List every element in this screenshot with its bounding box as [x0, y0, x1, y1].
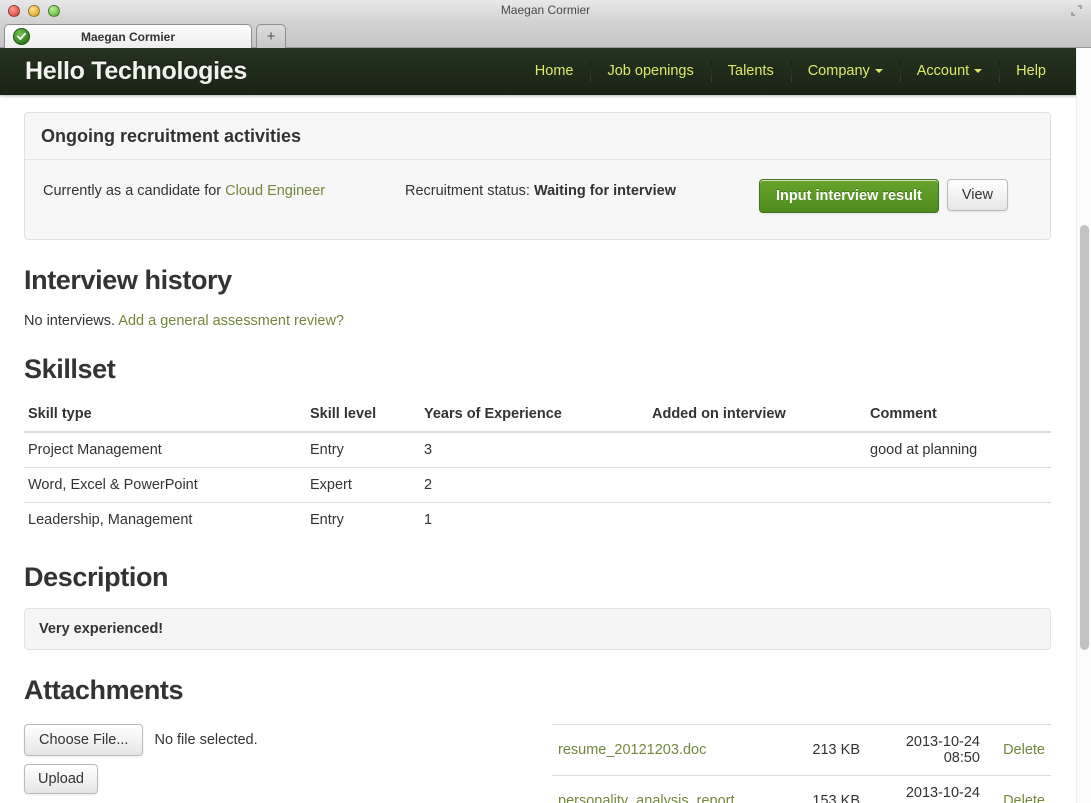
cell-comment	[866, 502, 1051, 538]
nav-label: Home	[534, 63, 574, 79]
input-interview-result-button[interactable]: Input interview result	[758, 179, 939, 213]
column-header-skill-type: Skill type	[24, 398, 306, 434]
new-tab-button[interactable]: +	[256, 24, 286, 48]
add-assessment-review-link[interactable]: Add a general assessment review?	[118, 313, 344, 329]
cell-file-name: personality_analysis_report...	[552, 774, 792, 803]
file-input-row: Choose File... No file selected.	[24, 723, 258, 756]
nav-item-company[interactable]: Company	[790, 48, 900, 95]
nav-label: Company	[807, 63, 870, 79]
column-header-skill-level: Skill level	[306, 398, 420, 434]
file-selection-status: No file selected.	[154, 731, 258, 748]
candidate-for-line: Currently as a candidate for Cloud Engin…	[43, 183, 325, 199]
skillset-heading: Skillset	[24, 353, 116, 384]
main-navigation: Home Job openings Talents Company Accoun…	[518, 48, 1063, 95]
delete-attachment-link[interactable]: Delete	[1003, 742, 1045, 758]
cell-file-size: 153 KB	[792, 774, 866, 803]
page-scrollbar[interactable]	[1076, 48, 1091, 803]
status-value: Waiting for interview	[533, 183, 676, 199]
window-titlebar: Maegan Cormier	[0, 0, 1091, 22]
cell-skill-type: Leadership, Management	[24, 502, 306, 538]
nav-label: Account	[916, 63, 970, 79]
description-heading: Description	[24, 562, 169, 593]
table-header-row: Skill type Skill level Years of Experien…	[24, 398, 1051, 434]
page-content: Ongoing recruitment activities Currently…	[0, 112, 1077, 803]
tab-title: Maegan Cormier	[80, 29, 176, 44]
table-row: personality_analysis_report... 153 KB 20…	[552, 774, 1051, 803]
status-prefix-text: Recruitment status:	[405, 183, 534, 199]
cell-years: 1	[420, 502, 648, 538]
recruitment-status-line: Recruitment status: Waiting for intervie…	[405, 183, 676, 199]
cell-delete-action: Delete	[994, 774, 1051, 803]
cell-skill-level: Expert	[306, 467, 420, 503]
candidate-prefix-text: Currently as a candidate for	[43, 183, 226, 199]
upload-button[interactable]: Upload	[24, 763, 98, 794]
table-row: Project Management Entry 3 good at plann…	[24, 432, 1051, 468]
green-check-icon	[13, 28, 30, 45]
cell-added-on-interview	[648, 502, 866, 538]
cell-comment	[866, 467, 1051, 503]
column-header-added-on-interview: Added on interview	[648, 398, 866, 434]
cell-file-date: 2013-10-24 08:51	[866, 774, 994, 803]
browser-tab-active[interactable]: Maegan Cormier	[4, 24, 252, 48]
page-viewport: Hello Technologies Home Job openings Tal…	[0, 48, 1091, 803]
cell-years: 3	[424, 442, 433, 459]
cell-skill-level: Entry	[310, 442, 344, 459]
chevron-down-icon	[974, 69, 983, 74]
nav-item-help[interactable]: Help	[999, 48, 1063, 95]
skillset-table: Skill type Skill level Years of Experien…	[24, 398, 1051, 538]
window-title: Maegan Cormier	[500, 3, 591, 17]
view-button[interactable]: View	[946, 179, 1008, 211]
cell-delete-action: Delete	[994, 723, 1051, 776]
cell-added-on-interview	[648, 432, 866, 468]
column-header-years: Years of Experience	[420, 398, 648, 434]
table-row: resume_20121203.doc 213 KB 2013-10-24 08…	[552, 723, 1051, 776]
interview-history-heading: Interview history	[24, 265, 232, 295]
upload-controls: Choose File... No file selected. Upload	[24, 723, 258, 794]
table-row: Word, Excel & PowerPoint Expert 2	[24, 467, 1051, 503]
scrollbar-thumb[interactable]	[1080, 225, 1089, 650]
description-text: Very experienced!	[24, 608, 1051, 651]
nav-item-talents[interactable]: Talents	[710, 48, 791, 95]
panel-body: Currently as a candidate for Cloud Engin…	[25, 160, 1050, 239]
attachments-heading: Attachments	[24, 675, 184, 706]
nav-label: Talents	[727, 63, 774, 79]
nav-label: Job openings	[607, 63, 694, 79]
cell-skill-type: Word, Excel & PowerPoint	[24, 467, 306, 503]
cell-file-size: 213 KB	[792, 723, 866, 776]
browser-chrome: Maegan Cormier Maegan Cormier +	[0, 0, 1091, 48]
cell-skill-type: Project Management	[28, 442, 162, 459]
nav-item-job-openings[interactable]: Job openings	[590, 48, 710, 95]
interview-history-note: No interviews. Add a general assessment …	[24, 313, 1037, 329]
chevron-down-icon	[874, 69, 883, 74]
panel-actions: Input interview result View	[758, 179, 1008, 213]
attachments-table: resume_20121203.doc 213 KB 2013-10-24 08…	[552, 723, 1051, 803]
column-header-comment: Comment	[866, 398, 1051, 434]
cell-comment: good at planning	[870, 442, 978, 459]
cell-years: 2	[420, 467, 648, 503]
cell-file-date: 2013-10-24 08:50	[866, 723, 994, 776]
nav-label: Help	[1016, 63, 1046, 79]
table-row: Leadership, Management Entry 1	[24, 502, 1051, 538]
tab-strip: Maegan Cormier +	[0, 22, 1091, 48]
panel-heading: Ongoing recruitment activities	[25, 113, 1050, 160]
no-interviews-text: No interviews.	[24, 312, 119, 329]
choose-file-button[interactable]: Choose File...	[24, 723, 144, 756]
nav-item-home[interactable]: Home	[518, 48, 591, 95]
ongoing-recruitment-panel: Ongoing recruitment activities Currently…	[24, 112, 1051, 240]
cell-skill-level: Entry	[306, 502, 420, 538]
plus-icon: +	[266, 28, 276, 45]
site-navbar: Hello Technologies Home Job openings Tal…	[0, 48, 1077, 95]
cell-added-on-interview	[648, 467, 866, 503]
nav-item-account[interactable]: Account	[899, 48, 999, 95]
attachment-link[interactable]: personality_analysis_report...	[558, 793, 747, 803]
attachments-section: Choose File... No file selected. Upload …	[24, 723, 1051, 803]
cell-file-name: resume_20121203.doc	[552, 723, 792, 776]
fullscreen-icon[interactable]	[1070, 4, 1083, 17]
attachment-link[interactable]: resume_20121203.doc	[558, 742, 706, 758]
delete-attachment-link[interactable]: Delete	[1003, 793, 1045, 803]
job-role-link[interactable]: Cloud Engineer	[225, 183, 325, 199]
site-brand[interactable]: Hello Technologies	[25, 57, 247, 86]
